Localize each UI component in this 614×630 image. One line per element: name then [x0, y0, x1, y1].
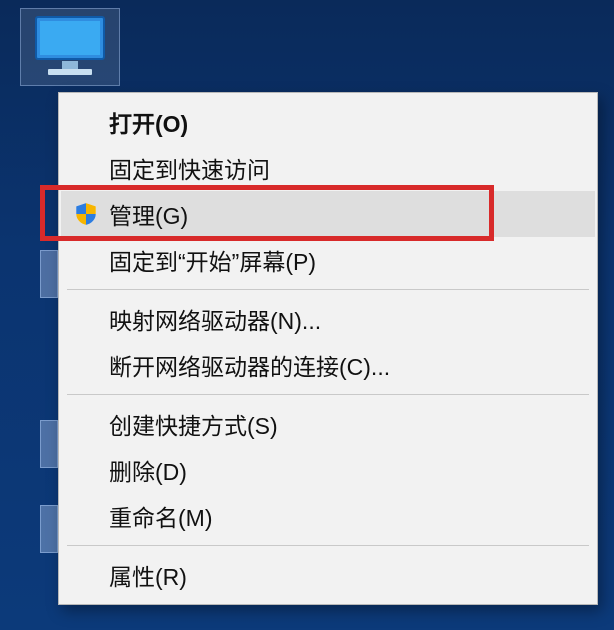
- menu-disconnect-network-drive[interactable]: 断开网络驱动器的连接(C)...: [61, 342, 595, 388]
- desktop-icon-stub: [40, 505, 58, 553]
- menu-delete[interactable]: 删除(D): [61, 447, 595, 493]
- menu-delete-label: 删除(D): [109, 453, 187, 487]
- menu-manage[interactable]: 管理(G): [61, 191, 595, 237]
- menu-create-shortcut[interactable]: 创建快捷方式(S): [61, 401, 595, 447]
- menu-pin-start-label: 固定到“开始”屏幕(P): [109, 243, 316, 277]
- menu-map-network-drive[interactable]: 映射网络驱动器(N)...: [61, 296, 595, 342]
- menu-properties-label: 属性(R): [109, 558, 187, 592]
- menu-divider: [67, 289, 589, 290]
- computer-icon: [30, 15, 110, 79]
- context-menu: 打开(O) 固定到快速访问 管理(G) 固定到“开始”屏幕(P) 映射网络驱动器…: [58, 92, 598, 605]
- menu-divider: [67, 545, 589, 546]
- menu-rename[interactable]: 重命名(M): [61, 493, 595, 539]
- menu-rename-label: 重命名(M): [109, 499, 212, 533]
- menu-pin-quick-access-label: 固定到快速访问: [109, 151, 270, 185]
- menu-open[interactable]: 打开(O): [61, 99, 595, 145]
- menu-map-network-drive-label: 映射网络驱动器(N)...: [109, 302, 321, 336]
- menu-pin-start[interactable]: 固定到“开始”屏幕(P): [61, 237, 595, 283]
- menu-disconnect-network-drive-label: 断开网络驱动器的连接(C)...: [109, 348, 390, 382]
- uac-shield-icon: [73, 201, 99, 227]
- desktop-icon-stub: [40, 420, 58, 468]
- menu-divider: [67, 394, 589, 395]
- desktop-icon-stub: [40, 250, 58, 298]
- desktop-this-pc[interactable]: [20, 8, 120, 86]
- menu-pin-quick-access[interactable]: 固定到快速访问: [61, 145, 595, 191]
- menu-properties[interactable]: 属性(R): [61, 552, 595, 598]
- menu-open-label: 打开(O): [109, 105, 188, 139]
- menu-manage-label: 管理(G): [109, 197, 188, 231]
- menu-create-shortcut-label: 创建快捷方式(S): [109, 407, 278, 441]
